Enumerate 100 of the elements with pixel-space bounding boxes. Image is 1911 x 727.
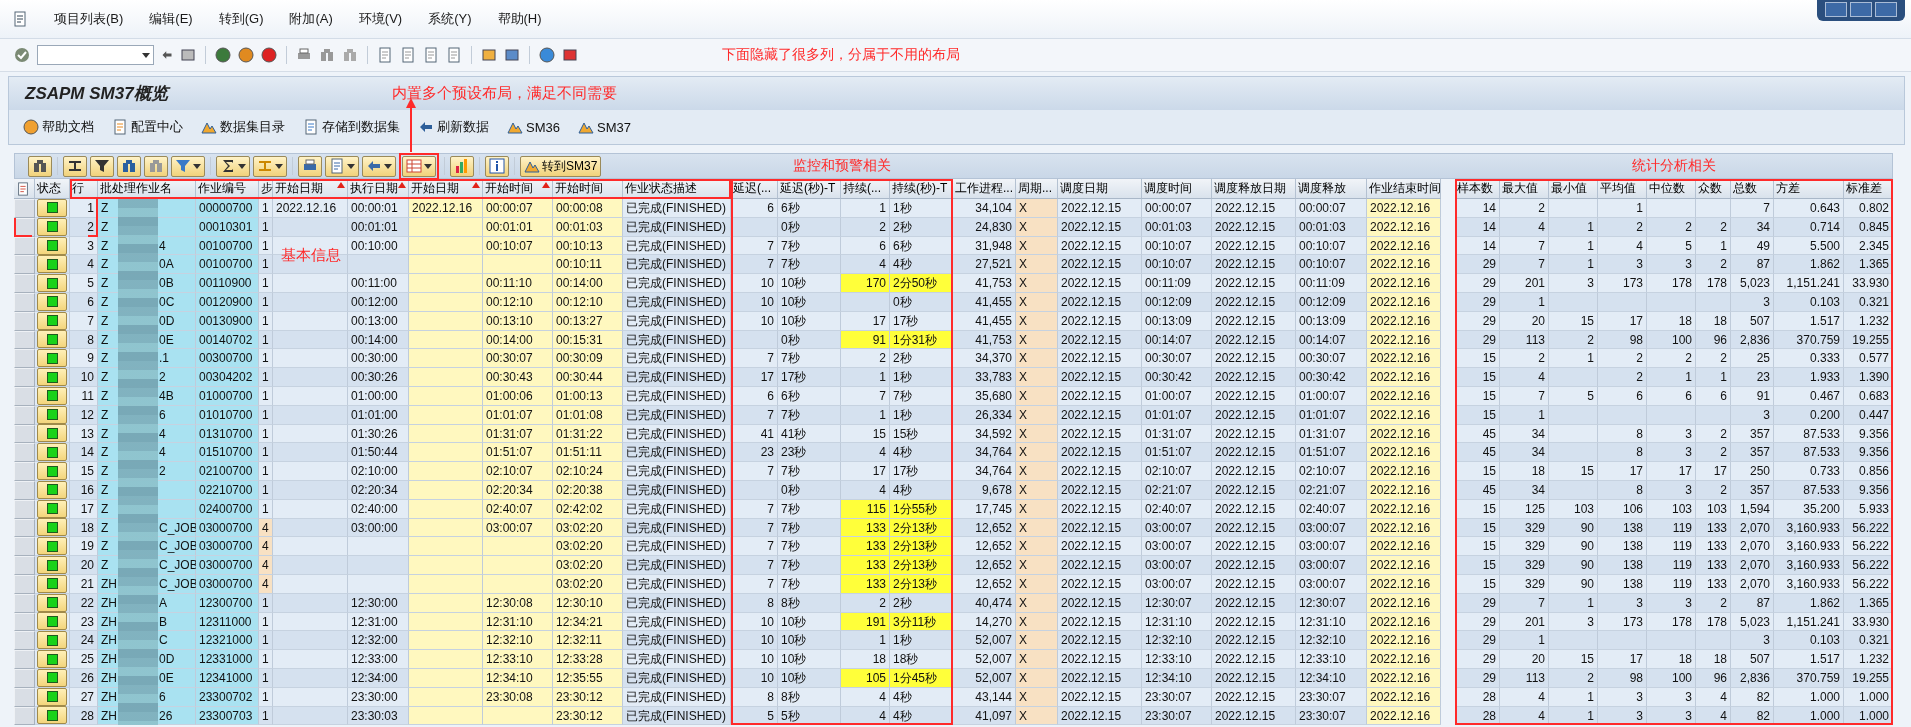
app-toolbar-button[interactable]: SM37 [573, 117, 635, 137]
grid-toolbar-button[interactable] [63, 155, 87, 177]
caret-icon [275, 163, 283, 169]
column-header[interactable]: 调度时间 [1142, 179, 1212, 199]
table-cell: 3 [1647, 255, 1696, 275]
table-cell: 1.862 [1774, 255, 1844, 275]
column-header[interactable]: 作业结束时间 [1367, 179, 1441, 199]
menu-item[interactable]: 附加(A) [289, 10, 333, 28]
table-cell: 4 [259, 537, 273, 557]
table-cell: 0.321 [1844, 631, 1893, 651]
menu-item[interactable]: 编辑(E) [149, 10, 193, 28]
column-header[interactable]: 调度释放 [1296, 179, 1367, 199]
table-cell: 1 [259, 349, 273, 369]
table-cell: 329 [1500, 537, 1549, 557]
menu-item[interactable]: 环境(V) [358, 10, 403, 28]
column-header[interactable]: 延迟(秒)-T [778, 179, 841, 199]
menu-item[interactable]: 转到(G) [218, 10, 264, 28]
table-cell: 12:33:28 [553, 650, 623, 669]
app-toolbar-button[interactable]: 刷新数据 [414, 116, 493, 138]
close-icon[interactable] [1875, 2, 1897, 17]
status-button[interactable] [37, 650, 67, 669]
table-cell: 2022.12.15 [1212, 368, 1296, 387]
app-toolbar-button[interactable]: 帮助文档 [19, 116, 98, 138]
table-cell [348, 537, 409, 557]
cancel-icon [261, 47, 277, 63]
table-cell: 18 [1500, 462, 1549, 481]
table-cell: 00:00:01 [348, 199, 409, 218]
column-header[interactable]: 工作进程... [953, 179, 1016, 199]
menu-item[interactable]: 项目列表(B) [54, 10, 124, 28]
restore-icon[interactable] [1850, 2, 1872, 17]
table-cell: X [1016, 631, 1058, 651]
status-button[interactable] [37, 631, 67, 650]
column-header[interactable]: 调度日期 [1058, 179, 1142, 199]
annotation-text: 内置多个预设布局，满足不同需要 [391, 84, 617, 103]
status-button[interactable] [37, 274, 67, 293]
column-header[interactable]: 状态 [35, 179, 70, 199]
table-cell: 02:10:07 [1142, 462, 1212, 481]
table-cell: 15 [70, 462, 98, 481]
grid-toolbar-button[interactable] [325, 155, 359, 177]
caret-icon [238, 163, 246, 169]
column-header[interactable]: 平均值 [1598, 179, 1647, 199]
status-button[interactable] [37, 706, 67, 725]
table-cell: 15 [1455, 349, 1500, 369]
grid-toolbar-button[interactable] [117, 155, 141, 177]
grid-toolbar-button[interactable] [485, 155, 509, 177]
table-cell: 2022.12.16 [1367, 462, 1441, 481]
column-settings-header[interactable] [14, 179, 35, 199]
table-cell: 1 [259, 274, 273, 293]
table-cell: X [1016, 255, 1058, 275]
find-next-icon [148, 158, 164, 174]
table-cell: 03:00:07 [1142, 556, 1212, 575]
grid-toolbar-button[interactable] [28, 155, 52, 177]
minimize-icon[interactable] [1825, 2, 1847, 17]
table-cell: 119 [1647, 537, 1696, 557]
goto-button[interactable]: 转到SM37 [520, 155, 602, 177]
status-button[interactable] [37, 255, 67, 274]
grid-toolbar-button[interactable] [253, 155, 287, 177]
annotation-text: 监控和预警相关 [793, 157, 891, 175]
table-cell: 18 [841, 650, 890, 669]
column-header[interactable]: 周期... [1016, 179, 1058, 199]
table-cell: 17 [731, 368, 778, 387]
menu-item[interactable]: 系统(Y) [428, 10, 472, 28]
status-button[interactable] [37, 330, 67, 349]
column-header[interactable]: 持续(... [841, 179, 890, 199]
table-cell [483, 537, 553, 557]
column-header[interactable]: 总数 [1731, 179, 1774, 199]
grid-toolbar-button[interactable] [216, 155, 250, 177]
table-cell: 2022.12.15 [1058, 650, 1142, 669]
table-cell: 2022.12.15 [1212, 274, 1296, 293]
chart-icon [454, 158, 470, 174]
command-field[interactable] [37, 45, 154, 65]
status-button[interactable] [37, 349, 67, 368]
status-button[interactable] [37, 424, 67, 443]
app-toolbar-button[interactable]: SM36 [503, 117, 564, 137]
app-toolbar-button[interactable]: 数据集目录 [197, 116, 289, 138]
find-next-icon [342, 47, 358, 63]
grid-toolbar-button[interactable] [362, 155, 396, 177]
app-toolbar-button[interactable]: 存储到数据集 [299, 116, 404, 138]
grid-toolbar-button[interactable] [171, 155, 205, 177]
column-header[interactable]: 最小值 [1549, 179, 1598, 199]
status-button[interactable] [37, 556, 67, 575]
menu-item[interactable]: 帮助(H) [497, 10, 542, 28]
table-cell: 2022.12.16 [1367, 349, 1441, 369]
grid-toolbar-button[interactable] [90, 155, 114, 177]
grid-toolbar-button[interactable] [298, 155, 322, 177]
status-button[interactable] [37, 518, 67, 537]
column-header[interactable]: 众数 [1696, 179, 1731, 199]
status-button[interactable] [37, 612, 67, 631]
table-cell: X [1016, 274, 1058, 293]
column-header[interactable]: 方差 [1774, 179, 1844, 199]
caret-icon [142, 52, 150, 58]
app-toolbar-button[interactable]: 配置中心 [108, 116, 187, 138]
column-header[interactable]: 最大值 [1500, 179, 1549, 199]
status-button[interactable] [37, 462, 67, 481]
status-button[interactable] [37, 537, 67, 556]
table-cell: 2022.12.16 [1367, 274, 1441, 293]
status-button[interactable] [37, 443, 67, 462]
column-header[interactable]: 中位数 [1647, 179, 1696, 199]
column-header[interactable]: 调度释放日期 [1212, 179, 1296, 199]
status-button[interactable] [37, 368, 67, 387]
